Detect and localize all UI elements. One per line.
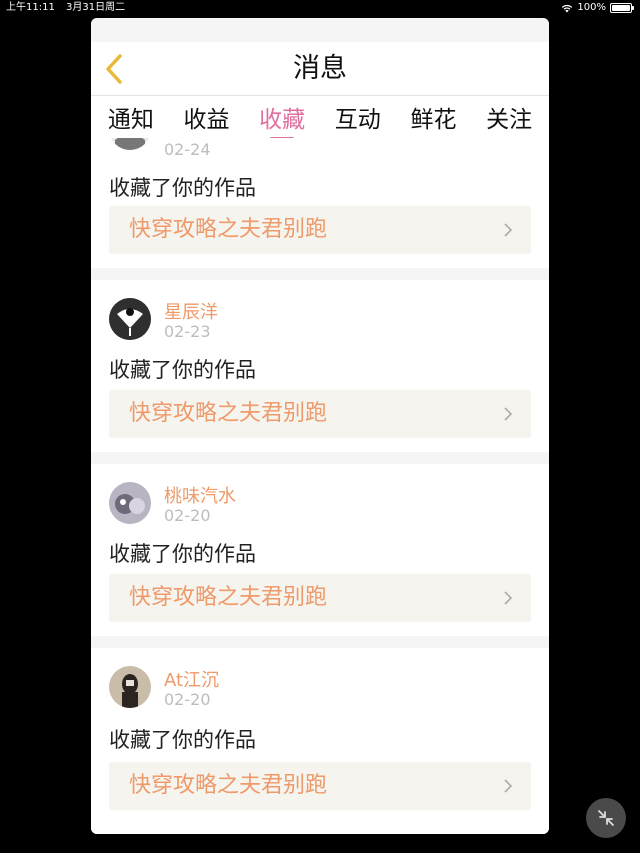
message-action: 收藏了你的作品: [109, 542, 256, 566]
message-list[interactable]: 02-24 收藏了你的作品 快穿攻略之夫君别跑 星辰洋 02-23 收藏了你的作…: [91, 138, 549, 834]
tab-follows[interactable]: 关注: [486, 96, 532, 134]
tab-label: 鲜花: [410, 107, 457, 133]
work-title: 快穿攻略之夫君别跑: [129, 585, 328, 610]
message-action: 收藏了你的作品: [109, 358, 256, 382]
work-title: 快穿攻略之夫君别跑: [129, 217, 328, 242]
battery-percent: 100%: [577, 2, 606, 13]
message-card: At江沉 02-20 收藏了你的作品 快穿攻略之夫君别跑: [91, 648, 549, 834]
tab-label: 收益: [183, 107, 230, 133]
tab-earnings[interactable]: 收益: [183, 96, 229, 134]
message-date: 02-23: [164, 322, 211, 341]
avatar[interactable]: [109, 666, 151, 708]
tab-favorites[interactable]: 收藏: [259, 96, 306, 140]
message-date: 02-24: [164, 140, 211, 159]
tab-flowers[interactable]: 鲜花: [410, 96, 456, 134]
message-card: 02-24 收藏了你的作品 快穿攻略之夫君别跑: [91, 138, 549, 268]
tab-label: 收藏: [259, 107, 306, 133]
work-title: 快穿攻略之夫君别跑: [129, 401, 328, 426]
tab-label: 互动: [334, 107, 381, 133]
chevron-right-icon: [504, 779, 513, 793]
collapse-button[interactable]: [586, 798, 626, 838]
work-link[interactable]: 快穿攻略之夫君别跑: [109, 574, 531, 622]
status-date: 3月31日周二: [66, 2, 126, 13]
chevron-right-icon: [504, 591, 513, 605]
message-date: 02-20: [164, 506, 211, 525]
tab-notifications[interactable]: 通知: [108, 96, 154, 134]
work-link[interactable]: 快穿攻略之夫君别跑: [109, 206, 531, 254]
user-name[interactable]: At江沉: [164, 666, 219, 692]
message-action: 收藏了你的作品: [109, 728, 256, 752]
chevron-right-icon: [504, 407, 513, 421]
tab-bar: 通知 收益 收藏 互动 鲜花 关注: [91, 96, 549, 140]
user-name[interactable]: 星辰洋: [164, 298, 218, 324]
tab-label: 通知: [107, 107, 154, 133]
avatar[interactable]: [109, 482, 151, 524]
avatar[interactable]: [109, 298, 151, 340]
message-action: 收藏了你的作品: [109, 176, 256, 200]
nav-bar: 消息: [91, 42, 549, 96]
collapse-arrows-icon: [598, 810, 614, 826]
status-time: 上午11:11: [6, 2, 55, 13]
user-name[interactable]: 桃味汽水: [164, 482, 236, 508]
wifi-icon: [562, 4, 573, 13]
message-card: 星辰洋 02-23 收藏了你的作品 快穿攻略之夫君别跑: [91, 280, 549, 452]
message-date: 02-20: [164, 690, 211, 709]
chevron-right-icon: [504, 223, 513, 237]
tab-interactions[interactable]: 互动: [335, 96, 381, 134]
message-card: 桃味汽水 02-20 收藏了你的作品 快穿攻略之夫君别跑: [91, 464, 549, 636]
tab-label: 关注: [486, 107, 533, 133]
status-bar: 上午11:11 3月31日周二 100%: [0, 0, 640, 16]
work-link[interactable]: 快穿攻略之夫君别跑: [109, 390, 531, 438]
avatar[interactable]: [109, 138, 151, 150]
work-title: 快穿攻略之夫君别跑: [129, 773, 328, 798]
message-sheet: 消息 通知 收益 收藏 互动 鲜花 关注 02-24 收藏了你的作品 快穿攻略之…: [91, 18, 549, 834]
page-title: 消息: [293, 53, 347, 84]
battery-icon: [610, 3, 634, 13]
work-link[interactable]: 快穿攻略之夫君别跑: [109, 762, 531, 810]
